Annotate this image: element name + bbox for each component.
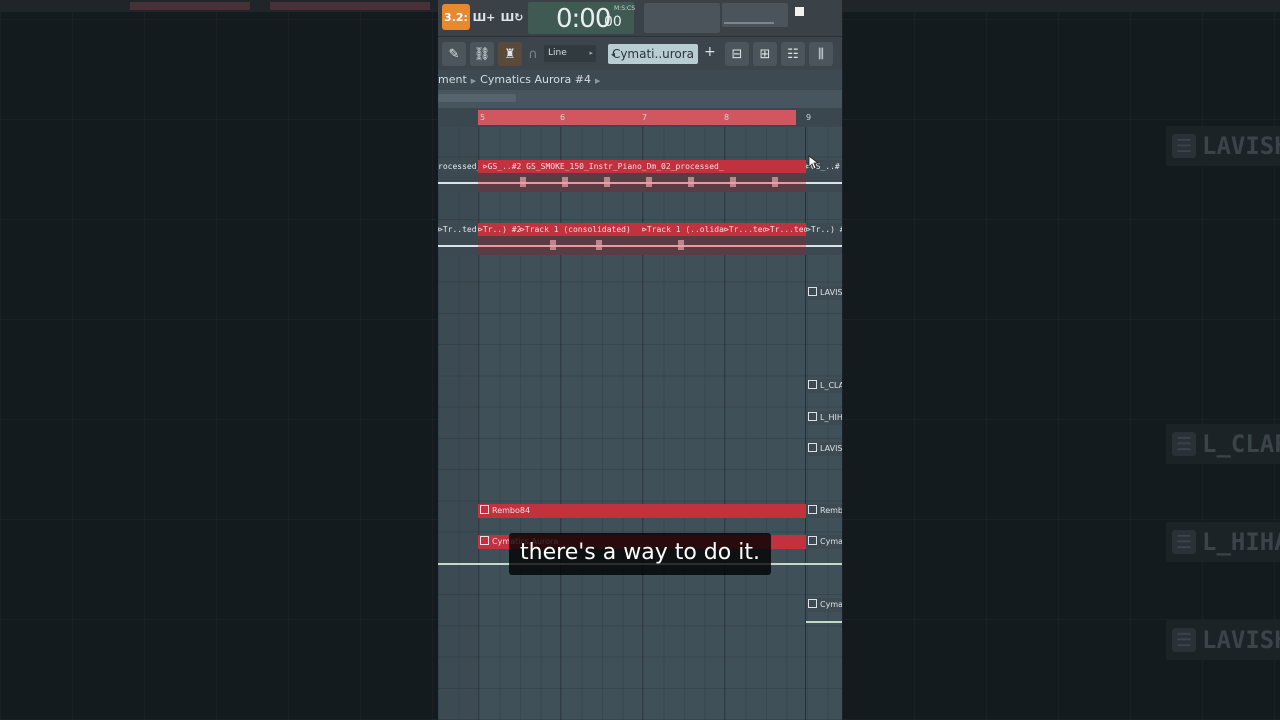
playlist-icon[interactable]: ⊟ [725,42,749,66]
oscilloscope-panel [722,3,788,27]
pattern-clip[interactable]: LAVISH [806,286,842,300]
audio-clip[interactable]: ⊳Tr..) #2 [478,223,520,255]
right-blurred-background: ☰ LAVISH ☰ L_CLAP ☰ L_HIHA ☰ LAVISH [842,0,1280,720]
window-toggle-square[interactable] [795,7,804,16]
audio-clip[interactable]: ⊳Track 1 (..olidated) [642,223,724,255]
pattern-clip[interactable]: L_CLAP [806,379,842,393]
typing-keyboard-icon[interactable]: Ш+ [470,4,498,30]
dropdown-arrow-icon: ▸ [589,49,593,57]
automation-line [806,563,842,565]
link-icon[interactable]: ⛓ [470,42,494,66]
video-subtitle: there's a way to do it. [509,533,771,575]
pattern-icon [808,287,817,296]
background-clip-lavish: ☰ LAVISH [1166,126,1280,166]
stamp-icon[interactable]: ♜ [498,42,522,66]
background-clip-hihat: ☰ L_HIHA [1166,522,1280,562]
draw-tool-icon[interactable]: ✎ [442,42,466,66]
pattern-icon [480,536,489,545]
pattern-icon [808,412,817,421]
pattern-icon [808,599,817,608]
pattern-clip[interactable]: L_HIHA [806,411,842,425]
snap-selector[interactable]: Line ▸ [544,45,596,62]
pattern-icon: ☰ [1172,432,1196,456]
background-clip-clap: ☰ L_CLAP [1166,424,1280,464]
chevron-right-icon: ▶ [594,77,601,85]
automation-line [806,621,842,623]
magnet-icon[interactable]: ∩ [526,42,540,66]
pattern-icon [808,505,817,514]
audio-clip[interactable]: ⊳Tr..) # [806,223,842,255]
audio-clip[interactable]: ⊳Tr..ted) [438,223,478,255]
playlist-grid[interactable]: rocessed_ ⊳GS_..#2 GS_SMOKE_150_Instr_Pi… [438,127,842,720]
audio-clip[interactable]: ⊳GS_..#2 GS_SMOKE_150_Instr_Piano_Dm_02_… [478,160,806,192]
loop-record-icon[interactable]: Ш↻ [498,4,526,30]
pattern-icon: ☰ [1172,134,1196,158]
playlist-window: 3.2: Ш+ Ш↻ 0:00 00 M:S:CS ✎ ⛓ ♜ ∩ Line ▸… [438,0,842,720]
pattern-clip[interactable]: Rembo [806,504,842,518]
chevron-right-icon: ▶ [470,77,477,85]
pattern-clip[interactable]: Rembo84 [478,504,806,518]
cpu-monitor-panel [644,3,720,33]
time-display[interactable]: 0:00 00 M:S:CS [528,2,635,34]
loop-region[interactable] [478,110,796,125]
mixer-icon[interactable]: ⫼ [809,42,833,66]
transport-bar: 3.2: Ш+ Ш↻ 0:00 00 M:S:CS [438,0,842,36]
pattern-clip[interactable]: Cymati [806,598,842,612]
pattern-icon: ☰ [1172,530,1196,554]
playlist-toolbar: ✎ ⛓ ♜ ∩ Line ▸ Cymati..urora ◂ + ⊟ ⊞ ☷ ⫼ [438,36,842,71]
background-clip-lavish-2: ☰ LAVISH [1166,620,1280,660]
timeline-ruler[interactable]: 5 6 7 8 9 [438,108,842,127]
pattern-icon [808,380,817,389]
horizontal-scrollbar[interactable] [438,90,842,108]
pattern-icon [808,536,817,545]
pattern-clip[interactable]: Cymati [806,535,842,549]
piano-roll-icon[interactable]: ⊞ [753,42,777,66]
add-pattern-button[interactable]: + [704,44,716,60]
left-blurred-background [0,0,438,720]
pattern-icon [480,505,489,514]
pattern-selector[interactable]: Cymati..urora [608,44,698,64]
tempo-mode-button[interactable]: 3.2: [442,4,470,30]
pattern-prev-arrow-icon[interactable]: ◂ [611,50,615,59]
breadcrumb: ment ▶ Cymatics Aurora #4 ▶ [438,70,842,90]
pattern-icon: ☰ [1172,628,1196,652]
channel-rack-icon[interactable]: ☷ [781,42,805,66]
pattern-icon [808,443,817,452]
audio-clip[interactable]: ⊳Track 1 (consolidated) [520,223,642,255]
audio-clip[interactable]: rocessed_ [438,160,478,192]
pattern-clip[interactable]: LAVISH [806,442,842,456]
audio-clip[interactable]: ⊳Tr...ted) [765,223,806,255]
audio-clip[interactable]: ⊳Tr...ted) [724,223,765,255]
